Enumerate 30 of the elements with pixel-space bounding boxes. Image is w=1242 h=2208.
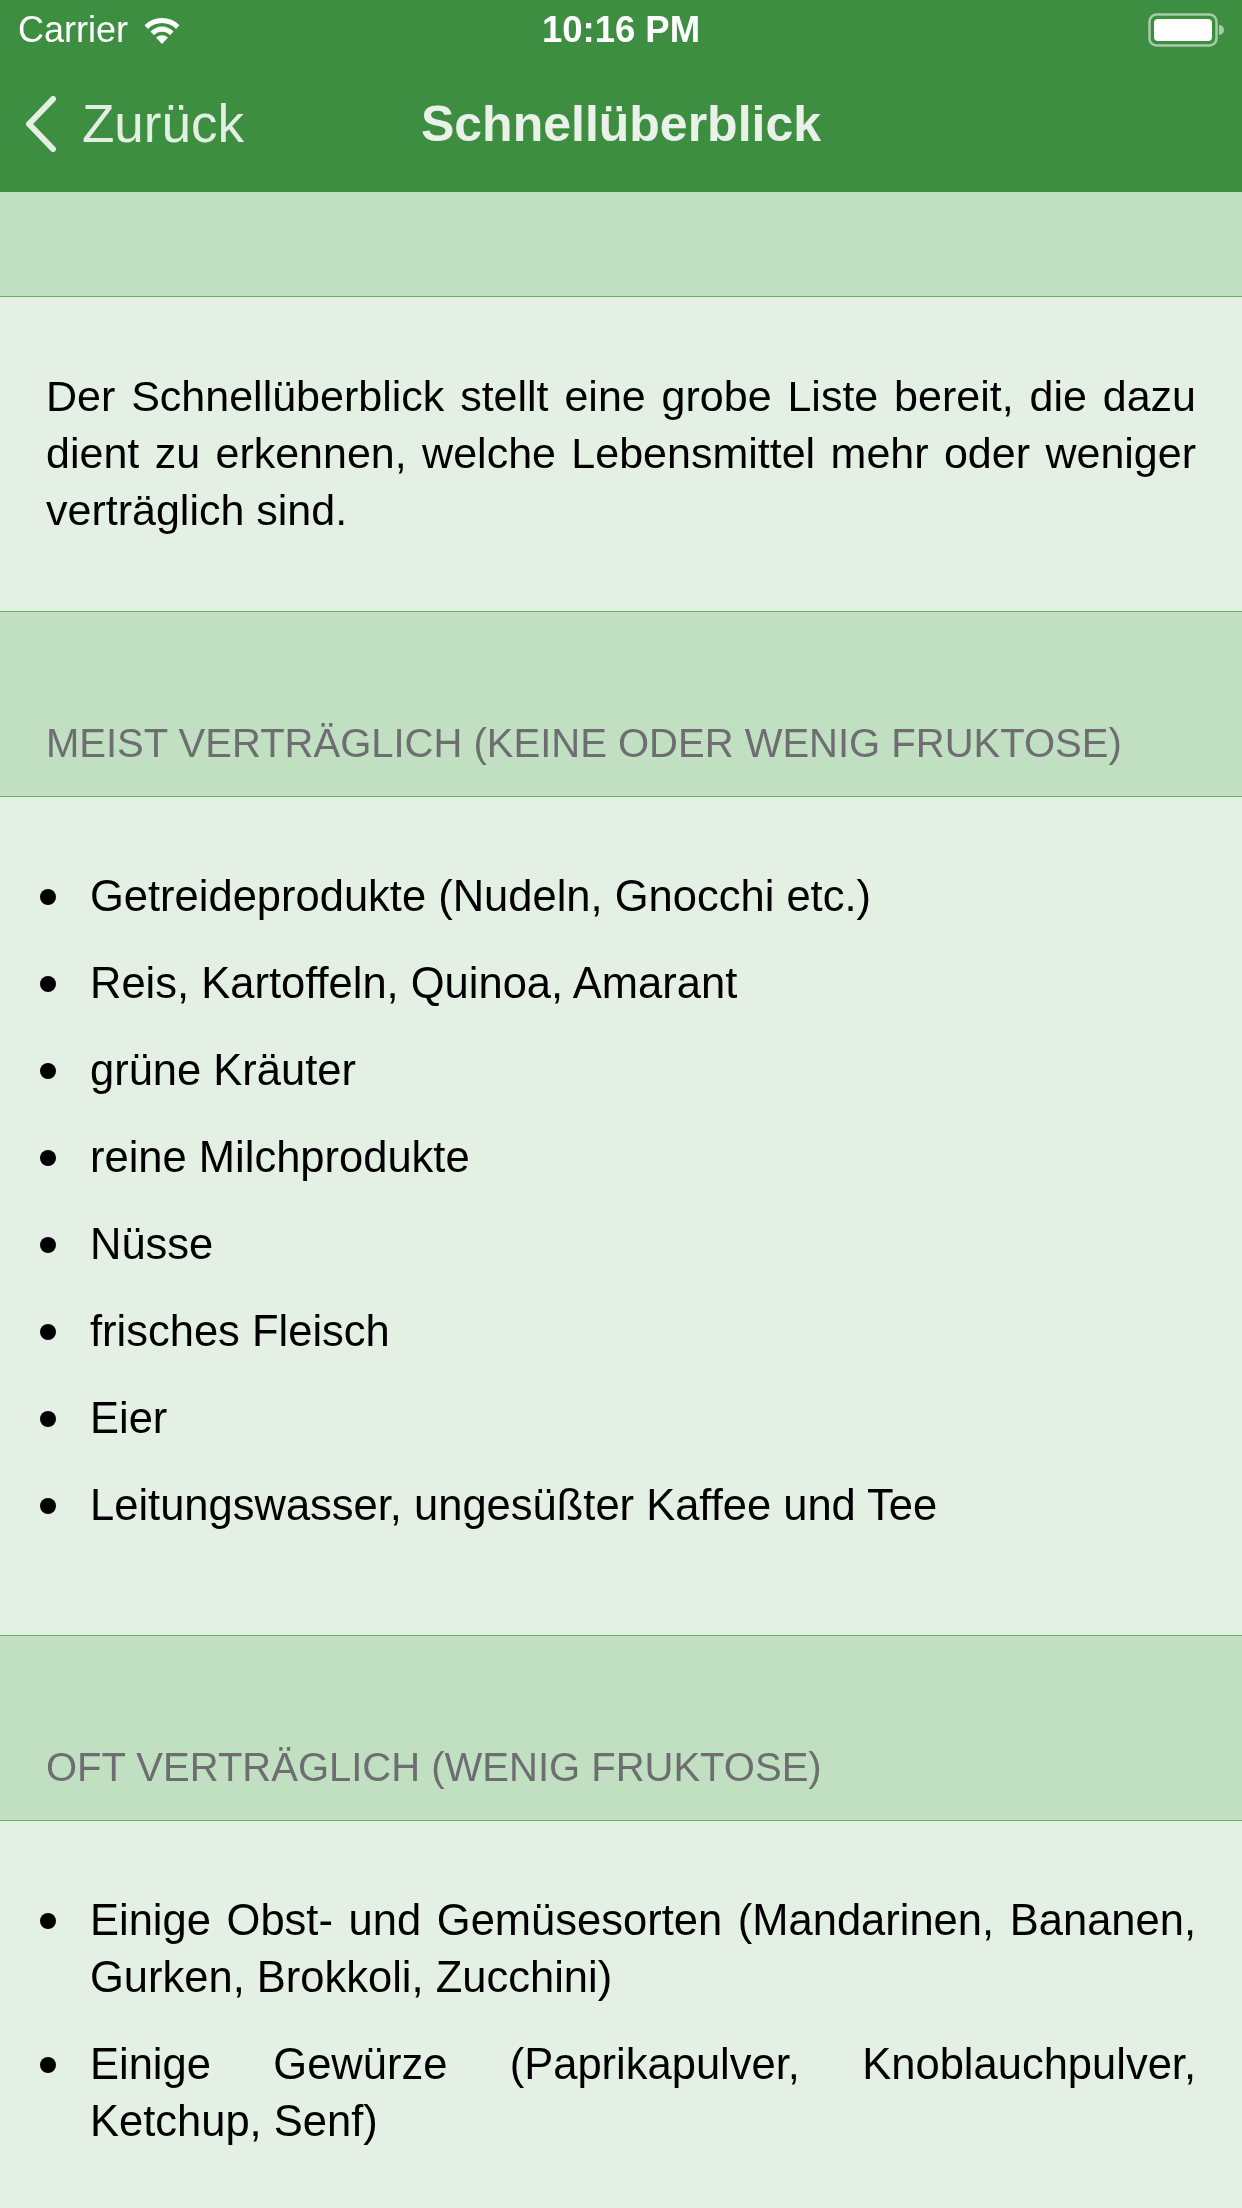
list-item-text: grüne Kräuter <box>90 1045 357 1096</box>
chevron-left-icon <box>24 96 58 152</box>
bullet-icon <box>40 1498 56 1514</box>
bullet-icon <box>40 1150 56 1166</box>
bullet-icon <box>40 889 56 905</box>
list-item-text: Einige Gewürze (Paprikapulver, Knoblauchpulver, Ketchup, Senf) <box>90 2039 1196 2147</box>
bullet-icon <box>40 1411 56 1427</box>
list-item-text: frisches Fleisch <box>90 1306 391 1357</box>
section-title: MEIST VERTRÄGLICH (KEINE ODER WENIG FRUKTOSE) <box>46 720 1122 767</box>
list-item-text: Nüsse <box>90 1219 215 1270</box>
section-title: OFT VERTRÄGLICH (WENIG FRUKTOSE) <box>46 1744 822 1791</box>
bullet-icon <box>40 1063 56 1079</box>
wifi-icon <box>142 15 182 45</box>
list-item-text: Einige Obst- und Gemüsesorten (Mandarinen, Bananen, Gurken, Brokkoli, Zucchini) <box>90 1895 1196 2003</box>
bullet-icon <box>40 1913 56 1929</box>
list-item-text: Eier <box>90 1393 169 1444</box>
carrier-label: Carrier <box>18 9 128 51</box>
bullet-icon <box>40 1324 56 1340</box>
intro-paragraph: Der Schnellüberblick stellt eine grobe Liste bereit, die dazu dient zu erkennen, welche Lebensmittel mehr oder weniger verträglich sind. <box>46 371 1196 536</box>
back-button[interactable]: Zurück <box>24 94 244 154</box>
list-item-text: reine Milchprodukte <box>90 1132 471 1183</box>
list-item-text: Getreideprodukte (Nudeln, Gnocchi etc.) <box>90 871 872 922</box>
list-item-text: Leitungswasser, ungesüßter Kaffee und Tee <box>90 1480 939 1531</box>
bullet-icon <box>40 976 56 992</box>
battery-icon <box>1148 13 1224 47</box>
screen-title: Schnellüberblick <box>420 94 822 153</box>
bullet-icon <box>40 2057 56 2073</box>
status-time: 10:16 PM <box>541 9 701 51</box>
list-item-text: Reis, Kartoffeln, Quinoa, Amarant <box>90 958 739 1009</box>
bullet-icon <box>40 1237 56 1253</box>
